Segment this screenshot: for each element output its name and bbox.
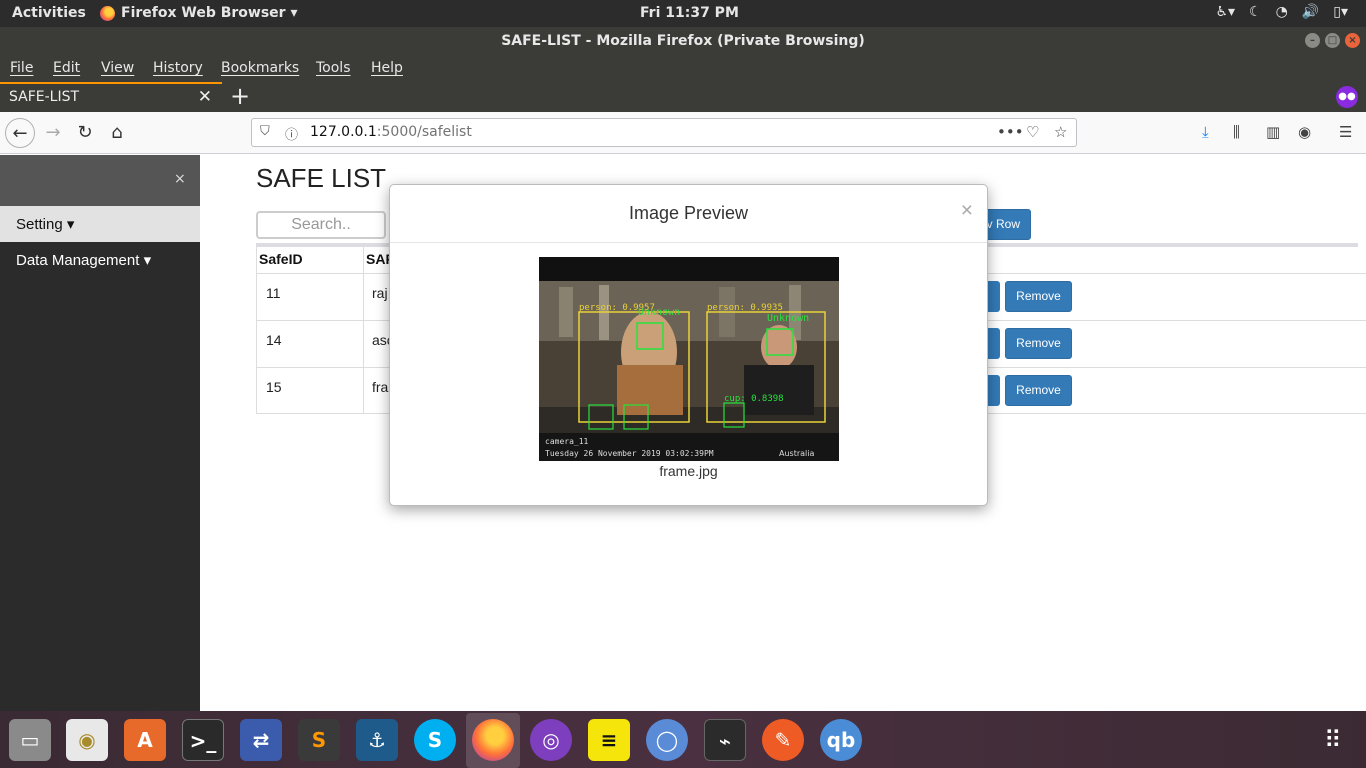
- reload-icon[interactable]: ↻: [70, 118, 100, 148]
- sidebar-close-icon[interactable]: ×: [174, 171, 186, 187]
- app-menu-label: Firefox Web Browser ▾: [121, 5, 298, 21]
- accessibility-icon[interactable]: ♿▾: [1215, 4, 1235, 20]
- app-menu[interactable]: Firefox Web Browser ▾: [100, 5, 297, 21]
- menu-view[interactable]: View: [101, 60, 134, 76]
- navigation-toolbar: ← → ↻ ⌂ ⛉ ⓘ 127.0.0.1:5000/safelist ••• …: [0, 112, 1366, 154]
- forward-arrow-icon[interactable]: →: [38, 118, 68, 148]
- night-light-icon: ☾: [1249, 4, 1262, 20]
- firefox-icon[interactable]: [472, 719, 514, 761]
- private-browsing-icon: ●●: [1336, 86, 1358, 108]
- window-controls: – □ ×: [1305, 33, 1360, 48]
- url-host: 127.0.0.1: [310, 124, 377, 140]
- notes-icon[interactable]: ≡: [588, 719, 630, 761]
- info-icon[interactable]: ⓘ: [285, 124, 298, 143]
- sublime-icon[interactable]: S: [298, 719, 340, 761]
- image-label-unknown1: Unknown: [638, 307, 680, 318]
- cell-safeid: 15: [266, 379, 282, 395]
- image-label-location: Australia: [779, 449, 814, 458]
- home-icon[interactable]: ⌂: [102, 118, 132, 148]
- back-arrow-icon[interactable]: ←: [5, 118, 35, 148]
- preview-image: person: 0.9957 Unknown person: 0.9935 Un…: [539, 257, 839, 461]
- system-tray[interactable]: ♿▾ ☾ ◔ 🔊 ▯▾: [1215, 4, 1348, 20]
- cell-safeid: 11: [266, 285, 281, 301]
- page-actions-icon[interactable]: •••: [997, 123, 1024, 141]
- tab-safe-list[interactable]: SAFE-LIST ✕: [0, 82, 222, 112]
- terminal-icon[interactable]: >_: [182, 719, 224, 761]
- column-divider: [256, 247, 257, 413]
- maximize-icon[interactable]: □: [1325, 33, 1340, 48]
- bookmark-star-icon[interactable]: ☆: [1054, 123, 1067, 141]
- side-navigation: × Setting ▾ Data Management ▾: [0, 155, 200, 711]
- files-icon[interactable]: ▭: [9, 719, 51, 761]
- menu-history[interactable]: History: [153, 60, 203, 76]
- network-icon[interactable]: ⇄: [240, 719, 282, 761]
- postman-icon[interactable]: ✎: [762, 719, 804, 761]
- ubuntu-dock: ▭ ◉ A >_ ⇄ S ⚓ S ◎ ≡ ◯ ⌁ ✎ qb ⠿: [0, 711, 1366, 768]
- activities-button[interactable]: Activities: [12, 5, 86, 21]
- menu-tools[interactable]: Tools: [316, 60, 351, 76]
- modal-title: Image Preview: [628, 203, 749, 223]
- image-label-cup: cup: 0.8398: [724, 394, 784, 404]
- cell-safeid: 14: [266, 332, 282, 348]
- camera-frame-illustration: person: 0.9957 Unknown person: 0.9935 Un…: [539, 257, 839, 461]
- search-input[interactable]: Search..: [256, 211, 386, 239]
- url-path: :5000/safelist: [376, 124, 472, 140]
- address-bar[interactable]: ⛉ ⓘ 127.0.0.1:5000/safelist ••• ♡ ☆: [251, 118, 1077, 147]
- minimize-icon[interactable]: –: [1305, 33, 1320, 48]
- tab-label: SAFE-LIST: [9, 89, 80, 105]
- menu-bar: File Edit View History Bookmarks Tools H…: [0, 55, 1366, 82]
- window-title: SAFE-LIST - Mozilla Firefox (Private Bro…: [501, 33, 865, 49]
- volume-icon: 🔊: [1301, 4, 1320, 20]
- page-title: SAFE LIST: [256, 163, 387, 193]
- chromium-icon[interactable]: ◯: [646, 719, 688, 761]
- image-label-camera: camera_11: [545, 437, 589, 446]
- library-icon[interactable]: ⫼: [1233, 123, 1240, 141]
- rhythmbox-icon[interactable]: ◉: [66, 719, 108, 761]
- image-label-person2: person: 0.9935: [707, 303, 783, 313]
- gnome-top-bar: Activities Firefox Web Browser ▾ Fri 11:…: [0, 0, 1366, 27]
- remove-button[interactable]: Remove: [1005, 328, 1072, 359]
- download-icon[interactable]: ⤓: [1202, 123, 1209, 141]
- qbittorrent-icon[interactable]: qb: [820, 719, 862, 761]
- window-titlebar: SAFE-LIST - Mozilla Firefox (Private Bro…: [0, 27, 1366, 55]
- preview-filename: frame.jpg: [659, 463, 718, 479]
- hamburger-menu-icon[interactable]: ☰: [1339, 123, 1352, 141]
- modal-close-icon[interactable]: ×: [961, 199, 973, 223]
- battery-icon: ▯▾: [1333, 4, 1348, 20]
- tab-strip: SAFE-LIST ✕ + ●●: [0, 82, 1366, 112]
- sidebar-header: ×: [0, 155, 200, 206]
- cell-name: raj: [372, 285, 388, 301]
- software-icon[interactable]: A: [124, 719, 166, 761]
- column-header-safeid: SafeID: [259, 251, 303, 267]
- tor-icon[interactable]: ◎: [530, 719, 572, 761]
- sidebar-item-data-management[interactable]: Data Management ▾: [0, 242, 200, 278]
- image-preview-modal: Image Preview × person: 0.9957 Unknown p…: [389, 184, 988, 506]
- remove-button[interactable]: Remove: [1005, 281, 1072, 312]
- skype-icon[interactable]: S: [414, 719, 456, 761]
- sidebar-toggle-icon[interactable]: ▥: [1266, 123, 1280, 141]
- show-applications-icon[interactable]: ⠿: [1324, 727, 1350, 753]
- image-label-timestamp: Tuesday 26 November 2019 03:02:39PM: [545, 449, 714, 458]
- firefox-icon: [100, 5, 115, 21]
- close-window-icon[interactable]: ×: [1345, 33, 1360, 48]
- system-monitor-icon[interactable]: ⌁: [704, 719, 746, 761]
- column-divider: [363, 247, 364, 413]
- menu-bookmarks[interactable]: Bookmarks: [221, 60, 299, 76]
- modal-header-divider: [390, 242, 987, 243]
- image-label-unknown2: Unknown: [767, 313, 809, 324]
- clock[interactable]: Fri 11:37 PM: [640, 5, 739, 21]
- shield-icon[interactable]: ⛉: [260, 124, 270, 139]
- url-text[interactable]: 127.0.0.1:5000/safelist: [310, 124, 472, 140]
- menu-edit[interactable]: Edit: [53, 60, 80, 76]
- mysql-workbench-icon[interactable]: ⚓: [356, 719, 398, 761]
- account-icon[interactable]: ◉: [1298, 123, 1311, 141]
- menu-file[interactable]: File: [10, 60, 33, 76]
- menu-help[interactable]: Help: [371, 60, 403, 76]
- new-tab-button[interactable]: +: [230, 82, 250, 110]
- close-tab-icon[interactable]: ✕: [198, 87, 212, 107]
- sidebar-item-setting[interactable]: Setting ▾: [0, 206, 200, 242]
- wifi-icon: ◔: [1275, 4, 1288, 20]
- pocket-icon[interactable]: ♡: [1026, 123, 1039, 141]
- remove-button[interactable]: Remove: [1005, 375, 1072, 406]
